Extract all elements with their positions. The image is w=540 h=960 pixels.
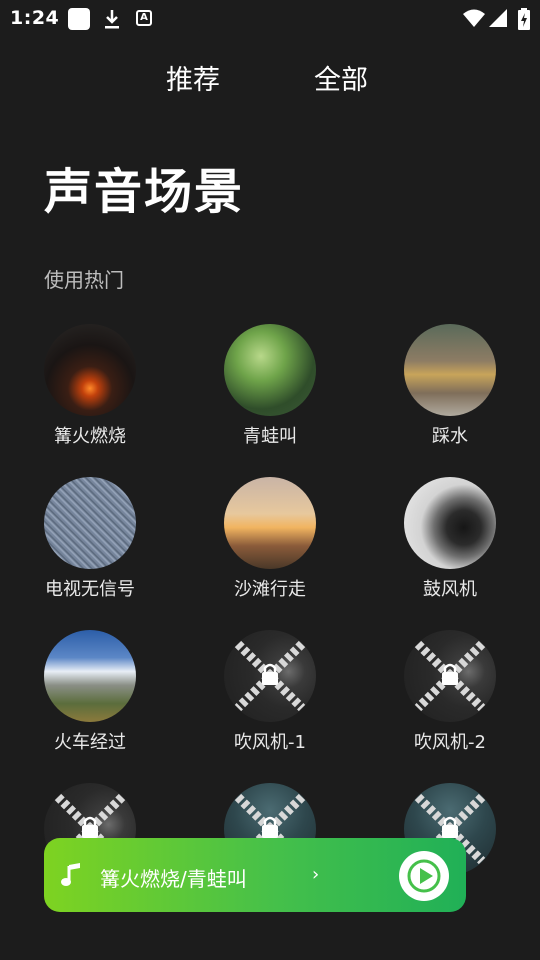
scene-item-train[interactable]: 火车经过 xyxy=(20,630,160,770)
scene-thumbnail xyxy=(44,324,136,416)
tab-recommend[interactable]: 推荐 xyxy=(166,58,220,97)
scene-thumbnail xyxy=(224,630,316,722)
scene-item-hairdryer-1[interactable]: 吹风机-1 xyxy=(200,630,340,770)
scene-label: 青蛙叫 xyxy=(243,426,297,447)
play-button[interactable] xyxy=(399,851,449,901)
scene-label: 篝火燃烧 xyxy=(54,426,126,447)
tab-all[interactable]: 全部 xyxy=(314,58,368,97)
app-screen: 1:24 A 推荐 全部 声音场景 使用热门 篝火燃烧 青蛙叫 踩水 电视无信号… xyxy=(0,0,540,960)
download-icon xyxy=(105,10,119,29)
scene-thumbnail xyxy=(44,630,136,722)
scene-label: 吹风机-1 xyxy=(234,732,306,753)
now-playing-title: 篝火燃烧/青蛙叫 xyxy=(100,867,247,891)
battery-charging-icon xyxy=(518,8,530,30)
scene-thumbnail xyxy=(404,630,496,722)
scene-label: 鼓风机 xyxy=(423,579,477,600)
scene-item-splash[interactable]: 踩水 xyxy=(380,324,520,464)
scene-item-campfire[interactable]: 篝火燃烧 xyxy=(20,324,160,464)
music-note-icon xyxy=(61,863,80,886)
signal-icon xyxy=(489,9,507,27)
page-title: 声音场景 xyxy=(44,164,245,220)
scene-item-hairdryer-2[interactable]: 吹风机-2 xyxy=(380,630,520,770)
scene-thumbnail xyxy=(44,477,136,569)
app-square-icon xyxy=(68,8,90,30)
keyboard-a-icon: A xyxy=(136,10,152,26)
chevron-right-icon[interactable]: › xyxy=(312,864,319,885)
section-title-popular: 使用热门 xyxy=(44,268,124,292)
scene-label: 沙滩行走 xyxy=(234,579,306,600)
scene-item-tv-static[interactable]: 电视无信号 xyxy=(20,477,160,617)
scene-label: 吹风机-2 xyxy=(414,732,486,753)
play-icon xyxy=(407,859,441,893)
wifi-icon xyxy=(463,9,485,27)
scene-label: 踩水 xyxy=(432,426,468,447)
scene-thumbnail xyxy=(404,324,496,416)
scene-thumbnail xyxy=(224,477,316,569)
locked-chain-icon xyxy=(234,640,306,712)
scene-item-beach-walk[interactable]: 沙滩行走 xyxy=(200,477,340,617)
scene-thumbnail xyxy=(404,477,496,569)
scene-label: 火车经过 xyxy=(54,732,126,753)
status-bar: 1:24 A xyxy=(0,0,540,38)
now-playing-bar[interactable]: 篝火燃烧/青蛙叫 › xyxy=(44,838,466,912)
scene-label: 电视无信号 xyxy=(45,579,135,600)
scene-item-frog[interactable]: 青蛙叫 xyxy=(200,324,340,464)
scene-item-blower[interactable]: 鼓风机 xyxy=(380,477,520,617)
status-time: 1:24 xyxy=(10,7,60,29)
scene-thumbnail xyxy=(224,324,316,416)
locked-chain-icon xyxy=(414,640,486,712)
